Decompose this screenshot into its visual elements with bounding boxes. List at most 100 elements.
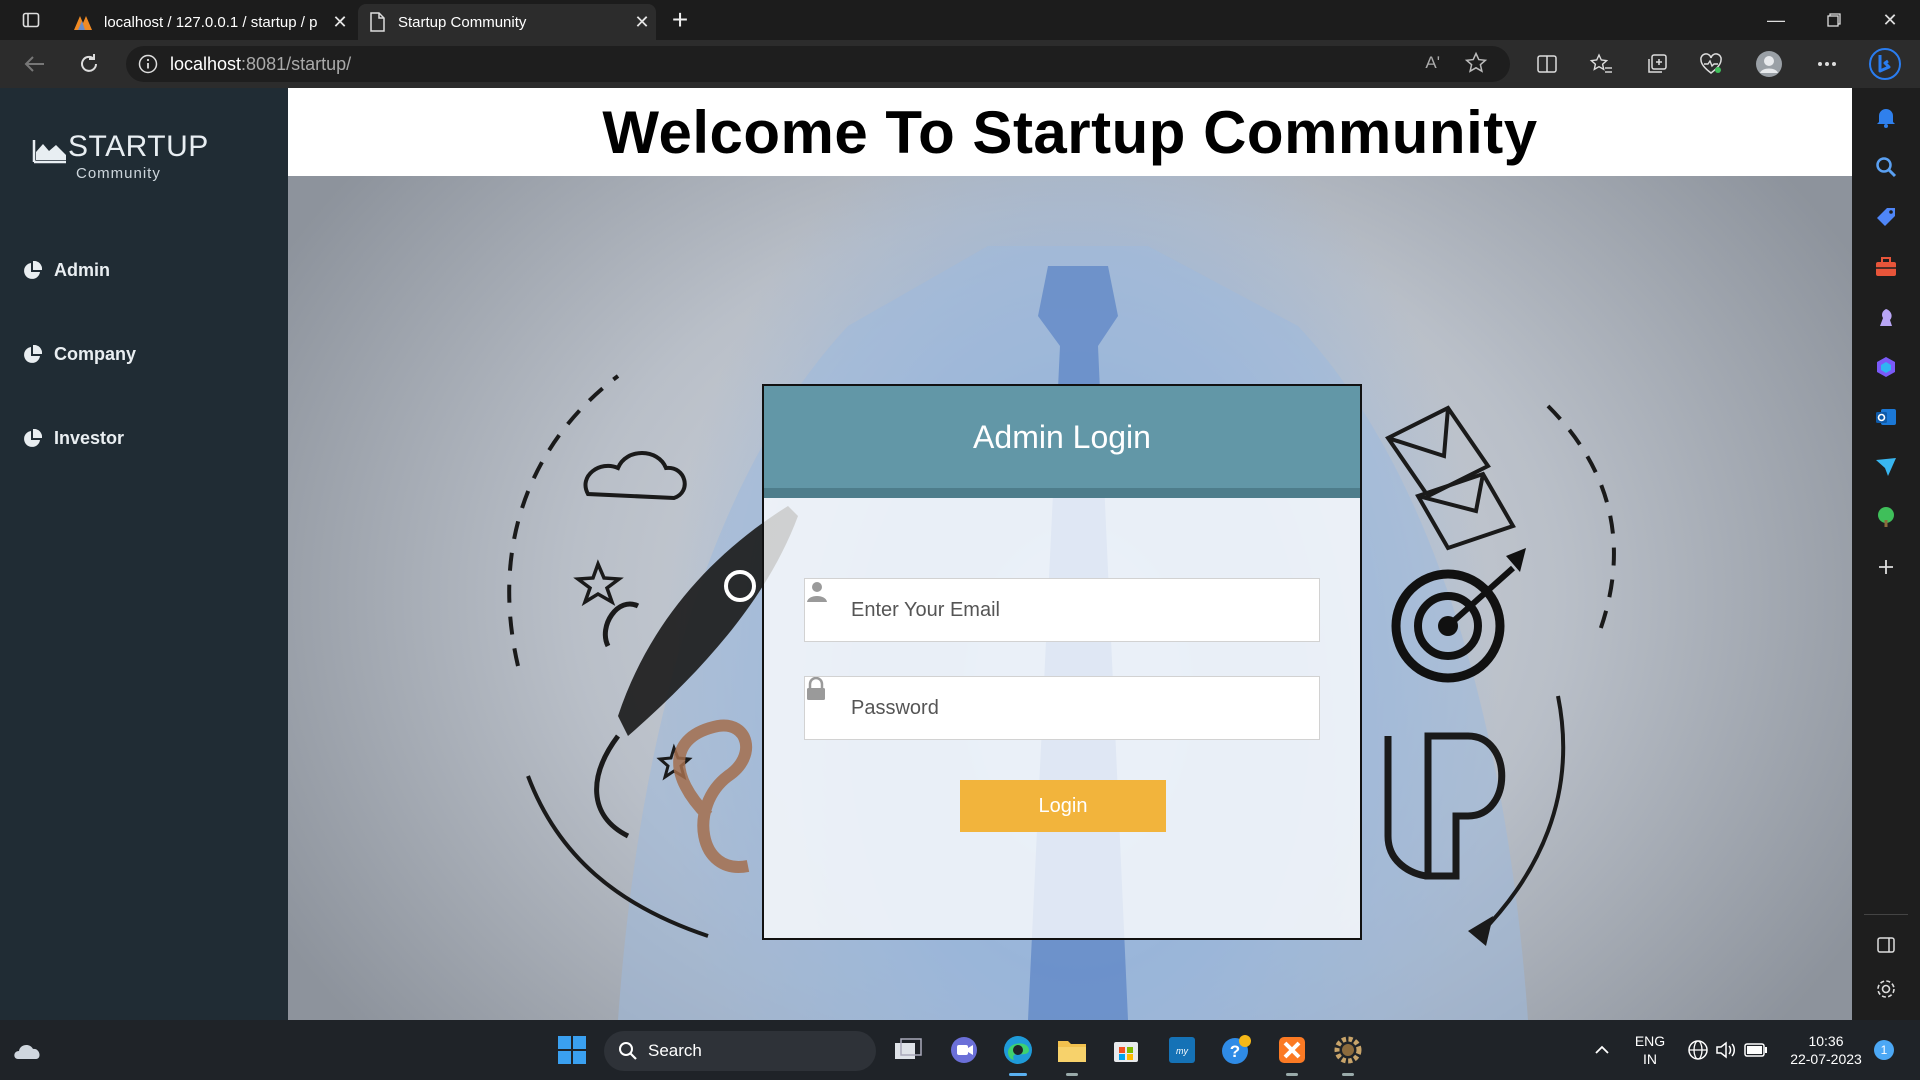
notification-count-badge[interactable]: 1 [1874,1040,1894,1060]
read-aloud-icon[interactable]: Aʹ [1425,53,1440,73]
admin-login-card: Admin Login Login [762,384,1362,940]
region-code: IN [1643,1051,1657,1067]
input-language-indicator[interactable]: ENG IN [1626,1032,1674,1068]
clock-date: 22-07-2023 [1790,1051,1862,1067]
windows-taskbar: Search my ? ENG IN 10:36 22-07-2023 1 [0,1020,1920,1080]
teams-chat-icon[interactable] [944,1030,984,1070]
add-sidebar-app-icon[interactable] [1869,550,1903,584]
running-indicator [1342,1073,1354,1076]
login-button[interactable]: Login [960,780,1166,832]
phpmyadmin-icon [72,11,94,33]
close-tab-icon[interactable]: ✕ [326,12,354,33]
browser-essentials-icon[interactable] [1694,48,1728,80]
xampp-icon[interactable] [1272,1030,1312,1076]
refresh-icon[interactable] [72,48,106,80]
tab-title: localhost / 127.0.0.1 / startup / p [104,13,318,31]
sidebar-item-label: Company [54,344,137,364]
collections-icon[interactable] [1640,48,1674,80]
login-heading: Admin Login [973,418,1151,455]
file-explorer-icon[interactable] [1052,1030,1092,1076]
favorite-star-icon[interactable] [1464,51,1488,80]
split-screen-icon[interactable] [1530,48,1564,80]
site-info-icon[interactable] [126,54,170,74]
logo-chart-icon [32,140,66,164]
microsoft-store-icon[interactable] [1106,1030,1146,1070]
logo-text: STARTUP [68,130,209,163]
svg-text:?: ? [1230,1042,1240,1061]
page-viewport: STARTUP Community Admin Company Investor… [0,88,1852,1020]
running-indicator [1286,1073,1298,1076]
sidebar-divider [1864,914,1908,915]
close-window-icon[interactable]: ✕ [1862,0,1918,40]
settings-cog-icon[interactable] [1328,1030,1368,1076]
tab-title: Startup Community [398,13,527,31]
hide-sidebar-icon[interactable] [1869,928,1903,962]
sidebar: STARTUP Community Admin Company Investor [0,88,288,1020]
clock-time: 10:36 [1808,1033,1844,1049]
edge-sidebar [1852,88,1920,1020]
new-tab-button[interactable]: + [664,4,696,36]
microsoft-365-icon[interactable] [1869,350,1903,384]
weather-cloud-icon[interactable] [8,1030,48,1070]
page-title: Welcome To Startup Community [602,98,1538,166]
browser-toolbar: localhost:8081/startup/ Aʹ [0,40,1920,88]
brand-logo[interactable]: STARTUP Community [32,130,232,182]
sidebar-item-label: Admin [54,260,110,280]
email-field[interactable] [804,578,1320,642]
sidebar-item-investor[interactable]: Investor [22,428,124,449]
main-content: Welcome To Startup Community Admin Login… [288,88,1852,1020]
favorites-icon[interactable] [1584,48,1618,80]
tools-briefcase-icon[interactable] [1869,250,1903,284]
page-icon [366,11,388,33]
page-header: Welcome To Startup Community [288,88,1852,176]
url-path: :8081/startup/ [241,53,352,74]
show-hidden-icons-chevron-icon[interactable] [1582,1030,1622,1070]
outlook-icon[interactable] [1869,400,1903,434]
tab-actions-icon[interactable] [14,8,48,32]
mysql-workbench-icon[interactable]: my [1162,1030,1202,1070]
url-host: localhost [170,53,242,74]
restore-icon[interactable] [1806,0,1862,40]
address-bar[interactable]: localhost:8081/startup/ Aʹ [126,46,1510,82]
windows-start-icon[interactable] [552,1030,592,1070]
taskbar-search-box[interactable]: Search [604,1031,876,1071]
sidebar-item-admin[interactable]: Admin [22,260,110,281]
browser-tab-startup[interactable]: Startup Community ✕ [358,4,656,40]
bing-copilot-icon[interactable] [1868,48,1902,80]
sidebar-item-label: Investor [54,428,125,448]
tree-icon[interactable] [1869,500,1903,534]
shopping-tag-icon[interactable] [1869,200,1903,234]
svg-text:my: my [1176,1046,1188,1056]
close-tab-icon[interactable]: ✕ [628,12,656,33]
search-label: Search [648,1041,702,1060]
browser-tab-strip: localhost / 127.0.0.1 / startup / p ✕ St… [0,0,1920,40]
sidebar-item-company[interactable]: Company [22,344,136,365]
battery-icon[interactable] [1736,1030,1776,1070]
password-field[interactable] [804,676,1320,740]
search-icon[interactable] [1869,150,1903,184]
pie-chart-icon [24,344,42,363]
clock[interactable]: 10:36 22-07-2023 [1780,1032,1872,1068]
browser-tab-phpmyadmin[interactable]: localhost / 127.0.0.1 / startup / p ✕ [64,4,354,40]
running-indicator [1066,1073,1078,1076]
notification-bell-icon[interactable] [1869,100,1903,134]
login-card-header: Admin Login [764,386,1360,498]
password-input[interactable] [851,696,1291,720]
running-indicator [1009,1073,1027,1076]
search-icon [619,1042,637,1060]
more-options-icon[interactable] [1810,48,1844,80]
pie-chart-icon [24,260,42,279]
email-input[interactable] [851,598,1291,622]
games-chess-icon[interactable] [1869,300,1903,334]
edge-browser-icon[interactable] [998,1030,1038,1076]
profile-avatar-icon[interactable] [1752,48,1786,80]
task-view-icon[interactable] [888,1030,928,1070]
logo-subtitle: Community [76,165,161,182]
send-drop-icon[interactable] [1869,450,1903,484]
minimize-icon[interactable]: — [1748,0,1804,40]
pie-chart-icon [24,428,42,447]
hero-background-image: Admin Login Login [288,176,1852,1020]
help-tips-icon[interactable]: ? [1216,1030,1256,1070]
back-icon[interactable] [18,48,52,80]
settings-gear-icon[interactable] [1869,972,1903,1006]
